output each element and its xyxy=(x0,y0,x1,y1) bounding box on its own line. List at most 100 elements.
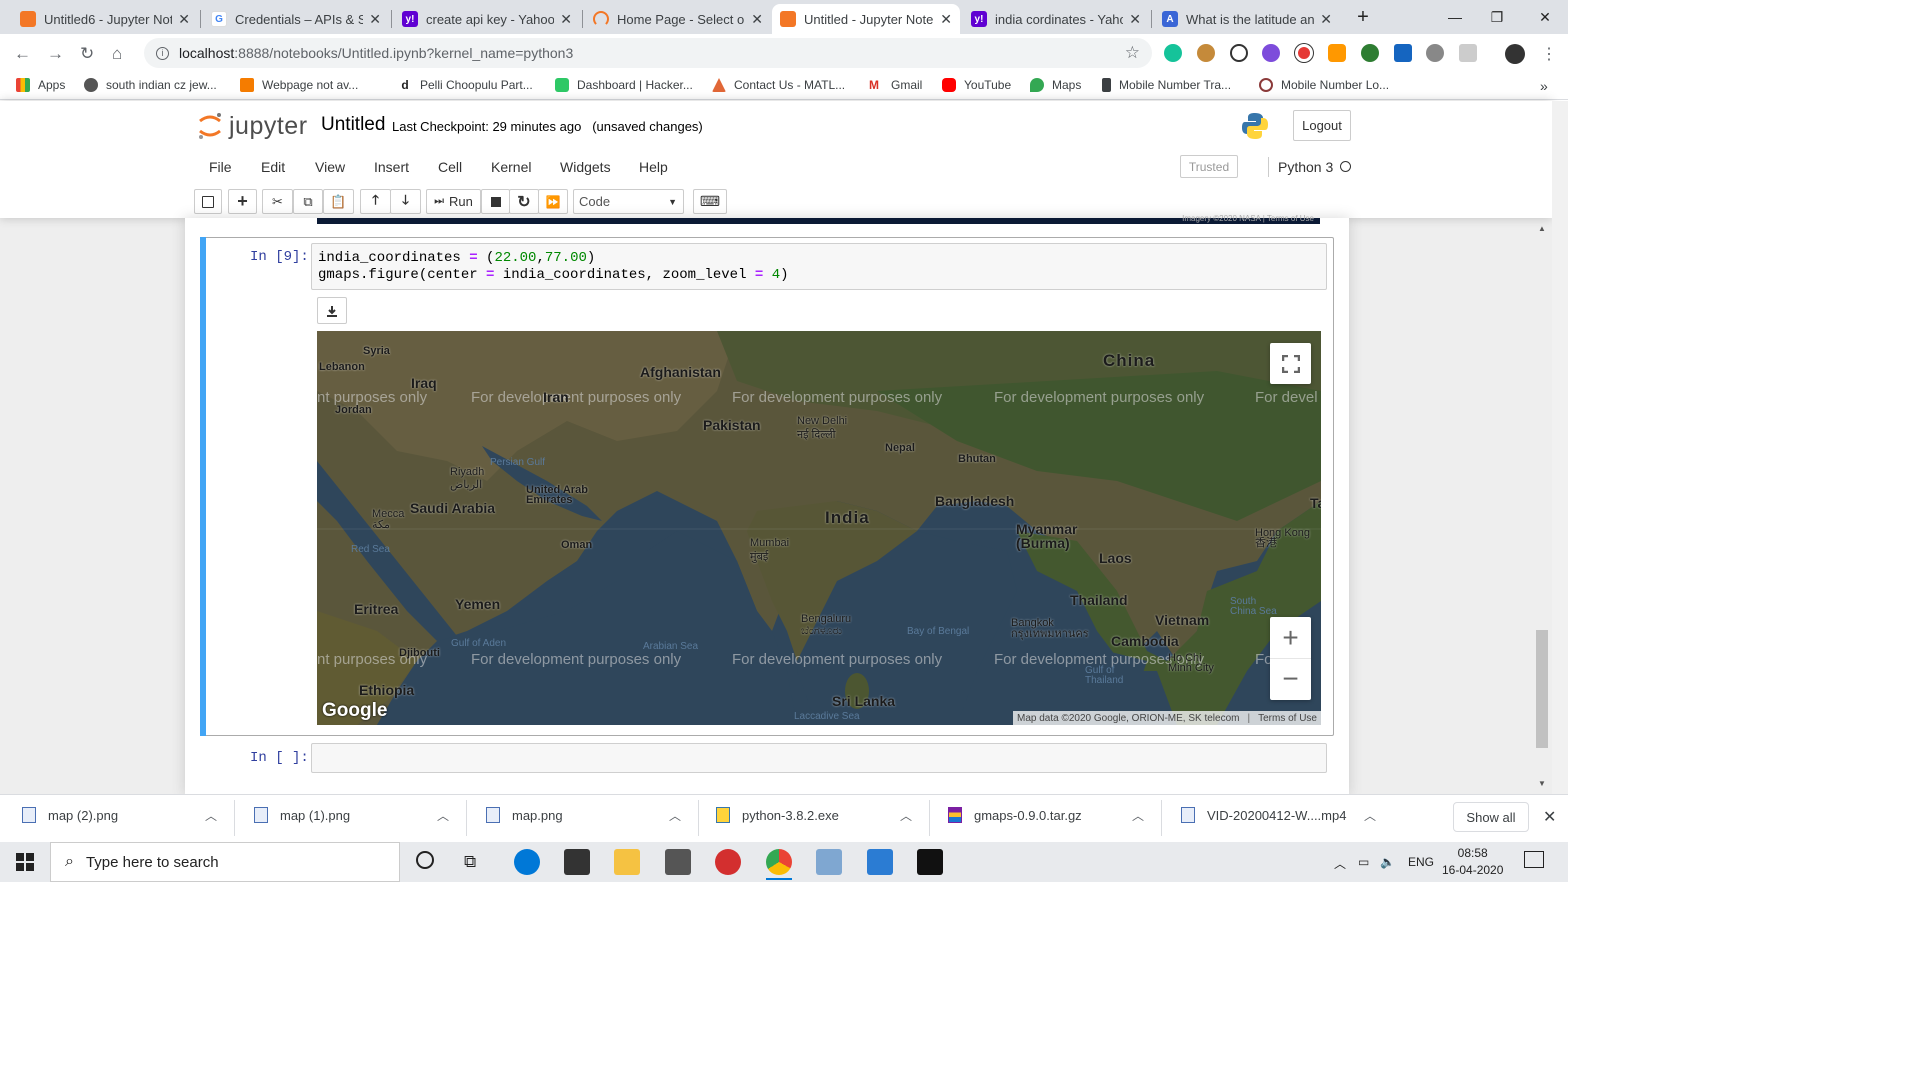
download-item[interactable]: python-3.8.2.exe xyxy=(716,807,839,823)
bookmark-item[interactable]: Apps xyxy=(16,78,65,92)
file-explorer-app-icon[interactable] xyxy=(614,849,640,875)
grey-extension-icon[interactable] xyxy=(1426,44,1444,62)
download-item[interactable]: map.png xyxy=(486,807,563,823)
notifications-icon[interactable] xyxy=(1524,851,1544,868)
volume-icon[interactable]: 🔈 xyxy=(1380,855,1395,869)
bookmark-item[interactable]: south indian cz jew... xyxy=(84,78,217,92)
jupyter-logo[interactable]: jupyter xyxy=(197,111,308,141)
download-options-button[interactable]: ︿ xyxy=(1364,807,1376,824)
fullscreen-button[interactable] xyxy=(1270,343,1311,384)
battery-icon[interactable]: ▭ xyxy=(1358,855,1369,869)
browser-tab[interactable]: G Credentials – APIs & Se ✕ xyxy=(203,4,389,34)
tray-overflow-icon[interactable]: ︿ xyxy=(1334,855,1346,872)
download-item[interactable]: VID-20200412-W....mp4 xyxy=(1181,807,1346,823)
menu-file[interactable]: File xyxy=(209,159,232,175)
logout-button[interactable]: Logout xyxy=(1293,110,1351,141)
browser-tab[interactable]: Untitled6 - Jupyter Not ✕ xyxy=(12,4,198,34)
maximize-button[interactable]: ❐ xyxy=(1474,0,1520,34)
close-window-button[interactable]: ✕ xyxy=(1522,0,1568,34)
bookmarks-overflow-button[interactable]: » xyxy=(1540,78,1548,94)
close-tab-icon[interactable]: ✕ xyxy=(560,11,572,28)
word-app-icon[interactable] xyxy=(867,849,893,875)
forward-icon[interactable]: → xyxy=(47,44,64,64)
close-tab-icon[interactable]: ✕ xyxy=(751,11,763,28)
save-button[interactable] xyxy=(194,189,222,214)
task-view-icon[interactable]: ⧉ xyxy=(464,852,476,872)
download-item[interactable]: gmaps-0.9.0.tar.gz xyxy=(948,807,1082,823)
bookmark-item[interactable]: Contact Us - MATL... xyxy=(712,78,845,92)
cut-button[interactable]: ✂ xyxy=(262,189,293,214)
windows-start-icon[interactable] xyxy=(16,853,34,874)
browser-tab[interactable]: A What is the latitude an ✕ xyxy=(1154,4,1340,34)
zoom-in-button[interactable]: + xyxy=(1270,617,1311,658)
address-bar[interactable]: i localhost:8888/notebooks/Untitled.ipyn… xyxy=(144,38,1152,68)
browser-tab-active[interactable]: Untitled - Jupyter Note ✕ xyxy=(772,4,960,34)
interrupt-button[interactable] xyxy=(481,189,510,214)
restart-run-all-button[interactable]: ⏩ xyxy=(538,189,568,214)
grammarly-extension-icon[interactable] xyxy=(1164,44,1182,62)
insert-cell-button[interactable]: + xyxy=(228,189,257,214)
bookmark-item[interactable]: d Pelli Choopulu Part... xyxy=(398,78,532,92)
new-tab-button[interactable]: + xyxy=(1340,0,1386,34)
paste-button[interactable]: 📋 xyxy=(323,189,354,214)
back-icon[interactable]: ← xyxy=(14,44,31,64)
bookmark-item[interactable]: Mobile Number Tra... xyxy=(1102,78,1231,92)
red-app-icon[interactable] xyxy=(715,849,741,875)
browser-tab[interactable]: y! india cordinates - Yaho ✕ xyxy=(963,4,1149,34)
copy-button[interactable]: ⧉ xyxy=(293,189,323,214)
euro-extension-icon[interactable] xyxy=(1394,44,1412,62)
scroll-down-icon[interactable]: ▼ xyxy=(1538,779,1546,788)
browser-tab[interactable]: Home Page - Select or ✕ xyxy=(585,4,771,34)
zoom-out-button[interactable]: − xyxy=(1270,658,1311,699)
home-icon[interactable]: ⌂ xyxy=(112,44,122,64)
cortana-icon[interactable] xyxy=(416,851,434,869)
download-options-button[interactable]: ︿ xyxy=(205,807,217,824)
menu-insert[interactable]: Insert xyxy=(374,159,409,175)
menu-edit[interactable]: Edit xyxy=(261,159,285,175)
download-item[interactable]: map (1).png xyxy=(254,807,350,823)
move-up-button[interactable]: 🡑 xyxy=(360,189,391,214)
trusted-indicator[interactable]: Trusted xyxy=(1180,155,1238,178)
download-map-button[interactable] xyxy=(317,297,347,324)
menu-widgets[interactable]: Widgets xyxy=(560,159,611,175)
close-tab-icon[interactable]: ✕ xyxy=(369,11,381,28)
bookmark-item[interactable]: YouTube xyxy=(942,78,1011,92)
mail-app-icon[interactable] xyxy=(665,849,691,875)
store-app-icon[interactable] xyxy=(564,849,590,875)
scroll-up-icon[interactable]: ▲ xyxy=(1538,224,1546,233)
run-button[interactable]: ⏭ Run xyxy=(426,189,481,214)
download-item[interactable]: map (2).png xyxy=(22,807,118,823)
close-tab-icon[interactable]: ✕ xyxy=(1129,11,1141,28)
purple-extension-icon[interactable] xyxy=(1262,44,1280,62)
menu-cell[interactable]: Cell xyxy=(438,159,462,175)
terms-of-use-link[interactable]: Terms of Use xyxy=(1258,713,1317,724)
language-indicator[interactable]: ENG xyxy=(1408,855,1434,869)
browser-tab[interactable]: y! create api key - Yahoo ✕ xyxy=(394,4,580,34)
download-options-button[interactable]: ︿ xyxy=(437,807,449,824)
green-extension-icon[interactable] xyxy=(1361,44,1379,62)
info-icon[interactable]: i xyxy=(156,46,169,60)
google-map[interactable]: nt purposes only For development purpose… xyxy=(317,331,1321,725)
close-tab-icon[interactable]: ✕ xyxy=(940,11,952,28)
notebook-name[interactable]: Untitled xyxy=(321,114,385,136)
code-editor[interactable]: india_coordinates = (22.00,77.00) gmaps.… xyxy=(311,243,1327,290)
menu-kebab-icon[interactable]: ⋮ xyxy=(1541,44,1557,64)
chrome-app-icon[interactable] xyxy=(766,849,792,875)
bookmark-item[interactable]: Webpage not av... xyxy=(240,78,358,92)
bookmark-item[interactable]: Dashboard | Hacker... xyxy=(555,78,693,92)
taskbar-search-box[interactable]: ⌕ Type here to search xyxy=(50,842,400,882)
terminal-app-icon[interactable] xyxy=(917,849,943,875)
command-palette-button[interactable]: ⌨ xyxy=(693,189,727,214)
cookie-extension-icon[interactable] xyxy=(1197,44,1215,62)
scrollbar-thumb[interactable] xyxy=(1536,630,1548,748)
orange-extension-icon[interactable] xyxy=(1328,44,1346,62)
download-options-button[interactable]: ︿ xyxy=(1132,807,1144,824)
pokeball-extension-icon[interactable] xyxy=(1295,44,1313,62)
close-downloads-bar-icon[interactable]: ✕ xyxy=(1543,807,1556,827)
google-logo[interactable]: Google xyxy=(322,700,387,722)
move-down-button[interactable]: 🡓 xyxy=(390,189,421,214)
show-all-downloads-button[interactable]: Show all xyxy=(1453,802,1529,832)
kernel-name[interactable]: Python 3 xyxy=(1278,159,1333,175)
bookmark-item[interactable]: Maps xyxy=(1030,78,1081,92)
reload-icon[interactable]: ↻ xyxy=(80,44,94,64)
